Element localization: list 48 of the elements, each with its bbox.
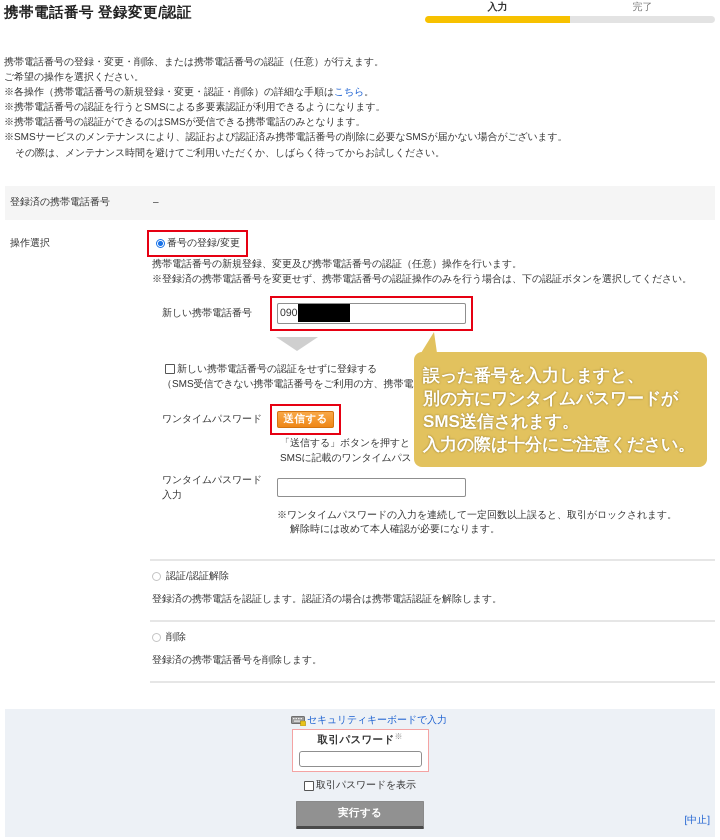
page-title: 携帯電話番号 登録変更/認証 [4,3,192,23]
callout-text: 誤った番号を入力しますと、 [423,365,644,387]
password-field[interactable] [298,750,422,767]
callout-text: 入力の際は十分にご注意ください。 [423,434,695,456]
option-description: 登録済の携帯電話番号を削除します。 [151,654,322,668]
down-triangle-icon [276,336,318,351]
radio-button[interactable] [156,238,165,248]
checkbox-label[interactable]: 新しい携帯電話番号の認証をせずに登録する [177,362,377,377]
callout-text: 別の方にワンタイムパスワードが [423,388,678,410]
field-label: 新しい携帯電話番号 [162,306,253,321]
field-label: ワンタイムパスワード [162,412,263,427]
note-text: （SMS受信できない携帯電話番号をご利用の方、携帯電 [162,378,414,392]
intro-text: ※携帯電話番号の認証を行うとSMSによる多要素認証が利用できるようになります。 [4,100,386,116]
field-label: ワンタイムパスワード入力 [162,474,263,503]
step-label: 完了 [632,2,652,13]
note-text: 「送信する」ボタンを押すと [280,436,410,451]
step-label: 入力 [488,2,508,13]
intro-text: その際は、メンテナンス時間を避けてご利用いただくか、しばらく待ってからお試しください。 [14,146,445,161]
row-value: – [152,196,159,210]
intro-text: ご希望の操作を選択ください。 [4,70,144,86]
note-text: ※ワンタイムパスワードの入力を連続して一定回数以上誤ると、取引がロックされます。 [277,508,677,523]
checkbox[interactable] [304,780,314,791]
help-link[interactable]: こちら [334,87,364,98]
intro-text: ※SMSサービスのメンテナンスにより、認証および認証済み携帯電話番号の削除に必要なSMSが届かない場合がございます。 [4,130,568,146]
phone-number-field[interactable]: 090 [277,302,466,324]
keyboard-icon [291,716,306,726]
cancel-link[interactable]: [中止] [684,814,710,828]
option-description: ※登録済の携帯電話番号を変更せず、携帯電話番号の認証操作のみを行う場合は、下の認証ボタンを選択してください。 [151,272,692,287]
checkbox[interactable] [165,364,175,374]
password-label: 取引パスワード$^{※}$ [316,732,404,747]
security-keyboard-link[interactable]: セキュリティキーボードで入力 [291,714,447,728]
intro-text: ※携帯電話番号の認証ができるのはSMSが受信できる携帯電話のみとなります。 [4,116,366,130]
row-label: 登録済の携帯電話番号 [9,196,111,210]
option-description: 携帯電話番号の新規登録、変更及び携帯電話番号の認証（任意）操作を行います。 [151,258,522,272]
intro-text: ※各操作（携帯電話番号の新規登録・変更・認証・削除）の詳細な手順はこちら。 [4,86,374,100]
intro-text: 携帯電話番号の登録・変更・削除、または携帯電話番号の認証（任意）が行えます。 [4,56,384,70]
row-label: 操作選択 [9,236,51,251]
option-description: 登録済の携帯電話を認証します。認証済の場合は携帯電話認証を解除します。 [151,592,502,607]
note-text: SMSに記載のワンタイムパス [280,452,412,466]
checkbox-label[interactable]: 取引パスワードを表示 [316,778,416,793]
option-label[interactable]: 削除 [166,630,186,645]
option-label[interactable]: 認証/認証解除 [166,568,229,584]
otp-field[interactable] [277,478,466,498]
note-text: 解除時には改めて本人確認が必要になります。 [289,523,500,538]
radio-button[interactable] [152,572,161,581]
option-label[interactable]: 番号の登録/変更 [167,236,240,251]
callout-text: SMS送信されます。 [423,411,579,433]
radio-button[interactable] [152,632,161,642]
